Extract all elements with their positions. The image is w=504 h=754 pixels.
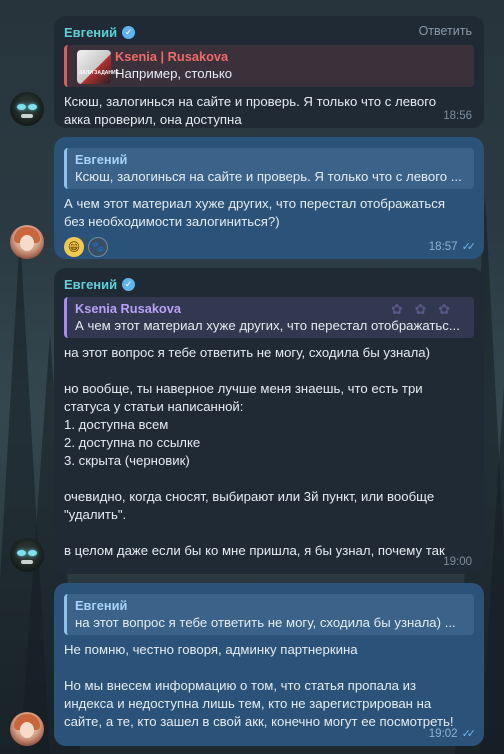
avatar-ksenia[interactable]: [10, 712, 44, 746]
reply-quote[interactable]: ✿ ✿ ✿ Ksenia Rusakova А чем этот материа…: [64, 297, 474, 338]
avatar-ksenia[interactable]: [10, 225, 44, 259]
quote-author: Евгений: [75, 152, 128, 167]
quote-text: на этот вопрос я тебе ответить не могу, …: [75, 615, 456, 630]
reply-quote[interactable]: Евгений Ксюш, залогинься на сайте и пров…: [64, 148, 474, 189]
double-check-icon: ✓✓: [461, 728, 477, 740]
avatar-evgeny[interactable]: [10, 538, 44, 572]
sender-name[interactable]: Евгений ✓: [64, 23, 474, 41]
quote-author: Евгений: [75, 598, 128, 613]
reply-quote[interactable]: ЗАЛИ ЗАДАНИЕ Ksenia | Rusakova Например,…: [64, 45, 474, 87]
message-text: А чем этот материал хуже других, что пер…: [64, 196, 446, 229]
quote-text: Ксюш, залогинься на сайте и проверь. Я т…: [75, 169, 462, 184]
reply-button[interactable]: Ответить: [419, 24, 472, 38]
message-bubble-incoming[interactable]: Евгений ✓ ✿ ✿ ✿ Ksenia Rusakova А чем эт…: [54, 268, 484, 574]
double-check-icon: ✓✓: [461, 241, 477, 253]
message-text: Ксюш, залогинься на сайте и проверь. Я т…: [64, 94, 437, 127]
message-time: 19:00: [443, 556, 472, 568]
grin-emoji-icon[interactable]: 😁: [64, 237, 84, 257]
reply-quote[interactable]: Евгений на этот вопрос я тебе ответить н…: [64, 594, 474, 635]
message-time: 18:57 ✓✓: [428, 240, 477, 254]
message-time: 19:02 ✓✓: [428, 727, 477, 741]
quote-author: Ksenia | Rusakova: [115, 49, 229, 64]
quote-thumbnail: ЗАЛИ ЗАДАНИЕ: [77, 50, 119, 84]
message-bubble-outgoing[interactable]: Евгений на этот вопрос я тебе ответить н…: [54, 583, 484, 746]
message-text: на этот вопрос я тебе ответить не могу, …: [64, 345, 445, 558]
quote-text: Например, столько: [115, 66, 233, 81]
message-time: 18:56: [443, 110, 472, 122]
quote-text: А чем этот материал хуже других, что пер…: [75, 318, 460, 333]
verified-badge-icon: ✓: [122, 25, 136, 39]
message-bubble-incoming[interactable]: Евгений ✓ Ответить ЗАЛИ ЗАДАНИЕ Ksenia |…: [54, 16, 484, 128]
verified-badge-icon: ✓: [122, 277, 136, 291]
message-text: Не помню, честно говоря, админку партнер…: [64, 642, 454, 729]
reactions[interactable]: 😁 🐾: [64, 237, 474, 257]
avatar-evgeny[interactable]: [10, 92, 44, 126]
sender-name[interactable]: Евгений ✓: [64, 275, 474, 293]
message-bubble-outgoing[interactable]: Евгений Ксюш, залогинься на сайте и пров…: [54, 137, 484, 259]
quote-pattern-icon: ✿ ✿ ✿: [391, 301, 454, 317]
reaction-avatar-icon[interactable]: 🐾: [88, 237, 108, 257]
